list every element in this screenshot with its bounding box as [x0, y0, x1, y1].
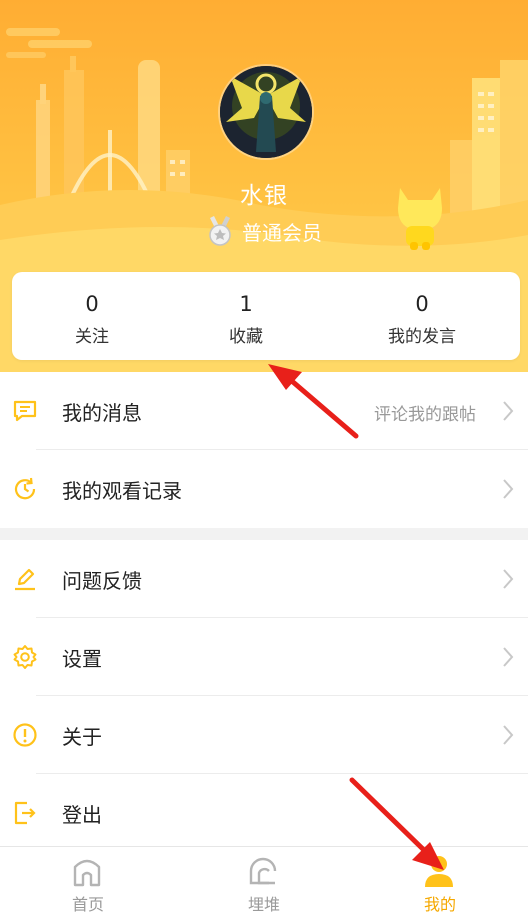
person-icon: [425, 856, 453, 887]
menu-item-label: 设置: [62, 647, 102, 671]
menu-item-hint: 评论我的跟帖: [374, 405, 476, 425]
tab-home[interactable]: 首页: [0, 847, 176, 920]
menu-item-logout[interactable]: 登出: [0, 774, 528, 852]
menu-item-label: 问题反馈: [62, 569, 142, 593]
menu-item-about[interactable]: 关于: [0, 696, 528, 774]
menu-item-settings[interactable]: 设置: [0, 618, 528, 696]
info-exclamation-icon: [13, 723, 37, 747]
menu-group-secondary: 问题反馈 设置 关于 登出: [0, 540, 528, 846]
menu-item-label: 我的消息: [62, 401, 142, 425]
community-icon: [249, 857, 277, 885]
menu-group-primary: 我的消息 评论我的跟帖 我的观看记录: [0, 372, 528, 528]
menu-item-label: 关于: [62, 725, 102, 749]
home-icon: [73, 859, 101, 887]
chevron-right-icon: [503, 401, 514, 421]
menu-item-label: 我的观看记录: [62, 479, 182, 503]
menu-item-label: 登出: [62, 803, 102, 827]
mascot-cat-illustration: [398, 188, 442, 250]
tab-community[interactable]: 埋堆: [176, 847, 352, 920]
member-level: 普通会员: [242, 220, 322, 245]
bottom-tab-bar: 首页 埋堆 我的: [0, 846, 528, 920]
chevron-right-icon: [503, 725, 514, 745]
stat-label: 收藏: [229, 327, 263, 347]
stats-card: 0 关注 1 收藏 0 我的发言: [12, 272, 520, 360]
tab-label: 我的: [423, 895, 456, 914]
menu-item-feedback[interactable]: 问题反馈: [0, 540, 528, 618]
message-icon: [13, 400, 37, 422]
gear-icon: [13, 645, 37, 669]
stat-my-posts[interactable]: 0 我的发言: [342, 272, 502, 360]
stat-favorites[interactable]: 1 收藏: [166, 272, 326, 360]
tab-label: 首页: [71, 895, 104, 914]
logout-icon: [14, 801, 36, 825]
stat-value: 0: [85, 292, 99, 316]
chevron-right-icon: [503, 647, 514, 667]
avatar-image: [220, 66, 312, 158]
menu-item-my-messages[interactable]: 我的消息 评论我的跟帖: [0, 372, 528, 450]
menu-item-watch-history[interactable]: 我的观看记录: [0, 450, 528, 528]
stat-value: 1: [239, 292, 253, 316]
stat-following[interactable]: 0 关注: [12, 272, 172, 360]
chevron-right-icon: [503, 479, 514, 499]
tab-label: 埋堆: [247, 895, 280, 914]
chevron-right-icon: [503, 569, 514, 589]
tab-me[interactable]: 我的: [352, 847, 528, 920]
avatar[interactable]: [220, 66, 312, 158]
stat-label: 我的发言: [388, 327, 456, 347]
edit-pencil-icon: [15, 568, 35, 591]
stat-label: 关注: [75, 327, 109, 347]
stat-value: 0: [415, 292, 429, 316]
history-clock-icon: [14, 477, 36, 500]
medal-icon: [209, 216, 231, 246]
